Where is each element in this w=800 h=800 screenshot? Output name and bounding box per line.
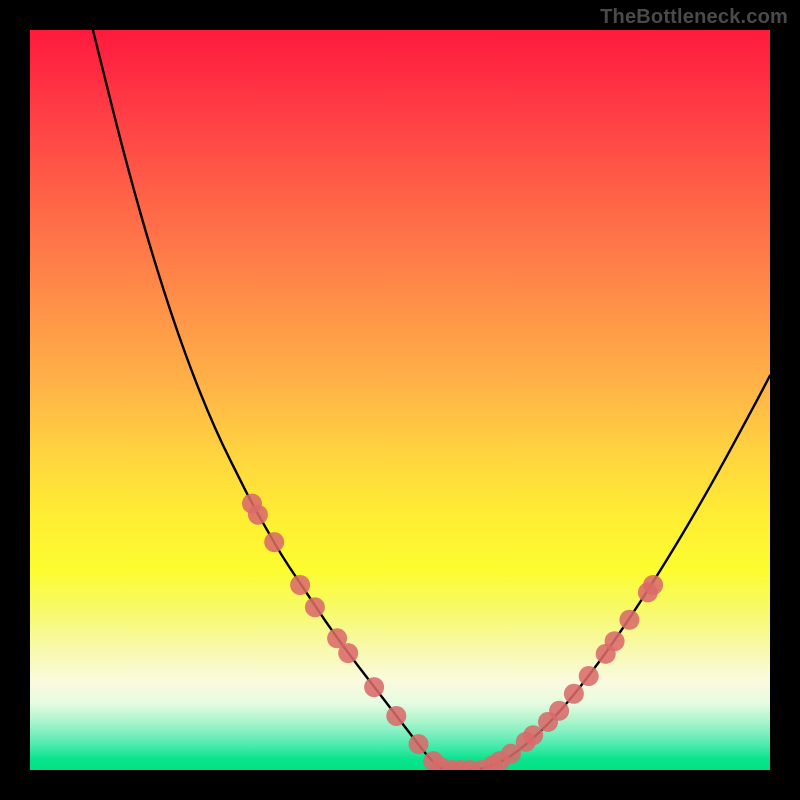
highlight-dot xyxy=(386,706,406,726)
watermark-text: TheBottleneck.com xyxy=(600,6,788,29)
highlight-dot xyxy=(264,532,284,552)
highlight-dot xyxy=(619,610,639,630)
highlight-dot xyxy=(248,505,268,525)
highlight-dot xyxy=(364,677,384,697)
chart-frame: TheBottleneck.com xyxy=(0,0,800,800)
highlight-dot xyxy=(305,597,325,617)
highlight-dot xyxy=(549,701,569,721)
highlight-dots xyxy=(242,494,663,770)
highlight-dot xyxy=(643,575,663,595)
highlight-dot xyxy=(409,734,429,754)
highlight-dot xyxy=(579,666,599,686)
highlight-dot xyxy=(290,575,310,595)
plot-area xyxy=(30,30,770,770)
marker-layer xyxy=(30,30,770,770)
highlight-dot xyxy=(523,725,543,745)
highlight-dot xyxy=(605,631,625,651)
highlight-dot xyxy=(564,684,584,704)
highlight-dot xyxy=(338,643,358,663)
